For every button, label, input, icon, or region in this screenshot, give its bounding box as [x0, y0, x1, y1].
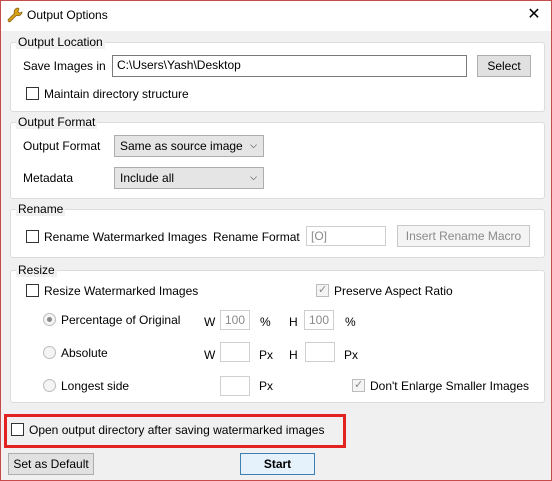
save-images-label: Save Images in: [23, 59, 106, 73]
output-format-label: Output Format: [23, 139, 101, 153]
title-bar: Output Options ✕: [1, 1, 551, 31]
close-button[interactable]: ✕: [517, 1, 551, 31]
absolute-height-input[interactable]: [305, 342, 335, 362]
maintain-directory-checkbox[interactable]: [26, 87, 39, 100]
percentage-h-label: H: [289, 315, 298, 329]
check-icon: ✓: [354, 379, 364, 391]
preserve-aspect-checkbox[interactable]: ✓: [316, 284, 329, 297]
percentage-h-unit: %: [345, 315, 356, 329]
metadata-label: Metadata: [23, 171, 74, 185]
absolute-h-label: H: [289, 348, 298, 362]
metadata-select[interactable]: Include all ⌵: [114, 167, 264, 189]
insert-rename-macro-button[interactable]: Insert Rename Macro: [397, 225, 530, 247]
absolute-width-input[interactable]: [220, 342, 250, 362]
percentage-w-label: W: [204, 315, 216, 329]
chevron-down-icon: ⌵: [250, 172, 257, 182]
longest-side-input[interactable]: [220, 376, 250, 396]
output-format-legend: Output Format: [16, 115, 98, 129]
check-icon: ✓: [318, 284, 328, 296]
percentage-radio[interactable]: [43, 313, 56, 326]
set-as-default-button[interactable]: Set as Default: [8, 453, 94, 475]
save-path-input[interactable]: C:\Users\Yash\Desktop: [112, 55, 467, 77]
resize-label: Resize Watermarked Images: [44, 284, 199, 298]
longest-side-radio[interactable]: [43, 379, 56, 392]
dont-enlarge-checkbox[interactable]: ✓: [352, 379, 365, 392]
start-button[interactable]: Start: [240, 453, 315, 475]
absolute-w-label: W: [204, 348, 216, 362]
longest-side-label: Longest side: [61, 379, 130, 393]
output-location-legend: Output Location: [16, 35, 105, 49]
rename-format-input[interactable]: [O]: [306, 226, 386, 246]
maintain-directory-label: Maintain directory structure: [44, 87, 189, 101]
absolute-h-unit: Px: [344, 348, 359, 362]
output-format-group: Output Format: [10, 115, 545, 199]
preserve-aspect-label: Preserve Aspect Ratio: [334, 284, 453, 298]
rename-format-label: Rename Format: [213, 230, 300, 244]
rename-legend: Rename: [16, 202, 66, 216]
resize-legend: Resize: [16, 263, 57, 277]
wrench-icon: [7, 7, 23, 23]
resize-checkbox[interactable]: [26, 284, 39, 297]
select-button[interactable]: Select: [477, 55, 531, 77]
percentage-w-unit: %: [260, 315, 271, 329]
rename-label: Rename Watermarked Images: [44, 230, 207, 244]
open-directory-label: Open output directory after saving water…: [29, 423, 325, 437]
output-format-select[interactable]: Same as source image ⌵: [114, 135, 264, 157]
absolute-w-unit: Px: [259, 348, 274, 362]
absolute-label: Absolute: [61, 346, 108, 360]
radio-selected-dot: [47, 317, 52, 322]
percentage-label: Percentage of Original: [61, 313, 181, 327]
longest-side-unit: Px: [259, 379, 274, 393]
open-directory-checkbox[interactable]: [11, 423, 24, 436]
window-title: Output Options: [27, 8, 108, 22]
output-format-value: Same as source image: [120, 139, 243, 153]
metadata-value: Include all: [120, 171, 175, 185]
rename-checkbox[interactable]: [26, 230, 39, 243]
percentage-width-input[interactable]: 100: [220, 310, 250, 330]
output-options-window: Output Options ✕ Output Location Save Im…: [0, 0, 552, 481]
absolute-radio[interactable]: [43, 346, 56, 359]
output-location-group: Output Location: [10, 35, 545, 112]
chevron-down-icon: ⌵: [250, 140, 257, 150]
close-icon: ✕: [527, 6, 541, 23]
dont-enlarge-label: Don't Enlarge Smaller Images: [370, 379, 530, 393]
percentage-height-input[interactable]: 100: [304, 310, 334, 330]
